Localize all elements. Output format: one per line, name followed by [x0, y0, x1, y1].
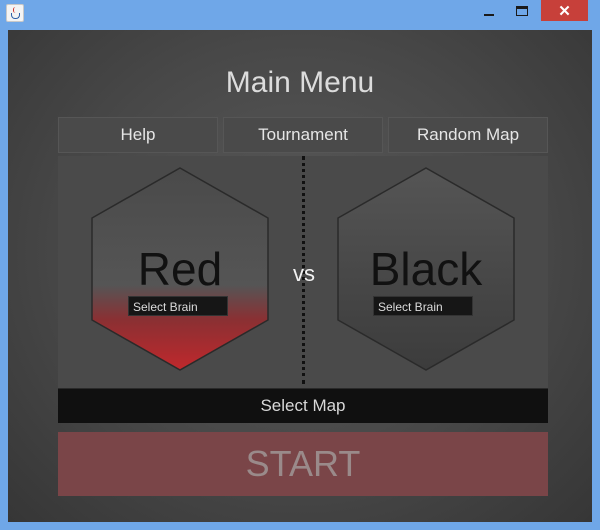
window-titlebar: ✕ — [0, 0, 600, 30]
maximize-button[interactable] — [508, 0, 536, 21]
black-team-label: Black — [369, 243, 483, 295]
tournament-button[interactable]: Tournament — [223, 117, 383, 153]
minimize-button[interactable] — [475, 0, 503, 21]
match-arena: Red Select Brain vs Black Select Brain — [58, 156, 548, 388]
window-bottom-border — [0, 522, 600, 530]
red-brain-select[interactable]: Select Brain — [128, 296, 228, 316]
maximize-icon — [516, 5, 528, 16]
page-title: Main Menu — [225, 66, 375, 99]
red-team-hexagon: Red Select Brain — [85, 164, 275, 374]
help-button[interactable]: Help — [58, 117, 218, 153]
random-map-button[interactable]: Random Map — [388, 117, 548, 153]
minimize-icon — [484, 13, 494, 16]
close-button[interactable]: ✕ — [541, 0, 588, 21]
start-button[interactable]: START — [58, 432, 548, 496]
black-team-hexagon: Black Select Brain — [331, 164, 521, 374]
vs-label: vs — [293, 261, 315, 286]
red-team-label: Red — [137, 243, 223, 295]
select-map-button[interactable]: Select Map — [58, 388, 548, 423]
cup-shape — [11, 13, 20, 19]
java-cup-icon — [6, 4, 24, 22]
main-menu-panel: Main Menu Help Tournament Random Map Red… — [8, 30, 592, 522]
black-brain-select[interactable]: Select Brain — [373, 296, 473, 316]
